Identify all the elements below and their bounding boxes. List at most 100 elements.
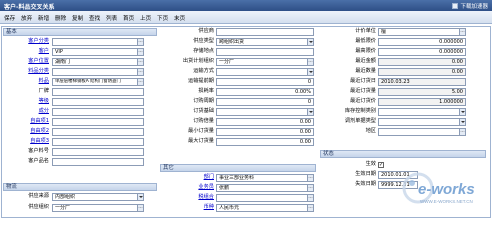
supply-source-select[interactable]: 内部组织 <box>52 193 144 201</box>
latest-order-date-field: 2010.03.23 <box>378 78 466 86</box>
customer-site-label: 客户位置 <box>28 58 49 64</box>
lookup-icon[interactable]: … <box>137 59 143 65</box>
item-label: 料品 <box>38 78 49 84</box>
latest-order-price-label: 最近订货价 <box>350 98 376 104</box>
chevron-down-icon[interactable] <box>137 194 143 200</box>
transport-select[interactable] <box>216 68 314 76</box>
first-page-button[interactable]: 首页 <box>123 14 134 22</box>
customer-item-no-field[interactable] <box>52 148 144 156</box>
lowest-price-field[interactable]: 0.000000 <box>378 38 466 46</box>
effective-checkbox[interactable]: ✓ <box>378 162 384 168</box>
delete-button[interactable]: 删除 <box>55 14 66 22</box>
chevron-down-icon[interactable] <box>459 109 465 115</box>
lookup-icon[interactable]: … <box>307 185 313 191</box>
item-category-field[interactable]: … <box>52 68 144 76</box>
tax-group-field[interactable]: … <box>216 194 314 202</box>
lookup-icon[interactable]: … <box>137 49 143 55</box>
currency-field[interactable]: 人民币元… <box>216 204 314 212</box>
order-base-select[interactable] <box>216 108 314 116</box>
currency-label[interactable]: 币种 <box>160 204 214 211</box>
salesperson-field[interactable]: 张鹏… <box>216 184 314 192</box>
discard-button[interactable]: 放弃 <box>21 14 32 22</box>
department-label[interactable]: 部门 <box>160 174 214 181</box>
supplier-label: 供应商 <box>198 28 214 34</box>
customer-category-field[interactable]: … <box>52 38 144 46</box>
pricing-unit-label: 计价单位 <box>355 28 376 34</box>
lookup-icon[interactable]: … <box>307 59 313 65</box>
list-button[interactable]: 列表 <box>106 14 117 22</box>
customer-item-name-field[interactable] <box>52 158 144 166</box>
lookup-icon[interactable]: … <box>459 129 465 135</box>
latest-amount-label: 最近金额 <box>355 58 376 64</box>
grade-field[interactable] <box>52 98 144 106</box>
new-button[interactable]: 新增 <box>38 14 49 22</box>
lookup-icon[interactable]: … <box>137 69 143 75</box>
transport-lead-label: 运输提前期 <box>188 78 214 84</box>
grade-label: 等级 <box>38 98 49 104</box>
salesperson-label[interactable]: 业务员 <box>160 184 214 191</box>
adjust-doc-type-select[interactable] <box>378 118 466 126</box>
window-titlebar: 客户-料品交叉关系 下载加速器 <box>0 0 492 11</box>
min-order-label: 最小订货量 <box>188 128 214 134</box>
svg-text:e-works: e-works <box>418 181 475 198</box>
latest-qty-field: 0.00 <box>378 68 466 76</box>
download-accelerator-link[interactable]: 下载加速器 <box>452 2 488 10</box>
lookup-icon[interactable]: … <box>459 29 465 35</box>
customer-category-label: 客户分类 <box>28 38 49 44</box>
lookup-icon[interactable]: … <box>307 195 313 201</box>
pricing-unit-field[interactable]: 檀… <box>378 28 466 36</box>
stock-control-select[interactable] <box>378 108 466 116</box>
latest-order-price-field: 1.000000 <box>378 98 466 106</box>
department-field[interactable]: 事业三部业务科… <box>216 174 314 182</box>
custom2-field[interactable] <box>52 128 144 136</box>
supply-org-field[interactable]: 一分厂… <box>52 204 144 212</box>
brand-field[interactable] <box>52 88 144 96</box>
chevron-down-icon[interactable] <box>307 39 313 45</box>
custom1-field[interactable] <box>52 118 144 126</box>
transport-lead-field[interactable]: 0 <box>216 78 314 86</box>
loss-rate-field[interactable]: 0.00% <box>216 88 314 96</box>
region-field[interactable]: … <box>378 128 466 136</box>
expiry-date-label: 失效日期 <box>355 181 376 187</box>
section-logistics: 物流 <box>3 183 157 191</box>
custom3-field[interactable] <box>52 138 144 146</box>
customer-site-field[interactable]: 湖南门… <box>52 58 144 66</box>
find-button[interactable]: 查找 <box>89 14 100 22</box>
prev-page-button[interactable]: 上页 <box>140 14 151 22</box>
supplier-field[interactable] <box>216 28 314 36</box>
copy-button[interactable]: 复制 <box>72 14 83 22</box>
effective-label: 生效 <box>365 161 376 167</box>
highest-price-field[interactable]: 0.000000 <box>378 48 466 56</box>
next-page-button[interactable]: 下页 <box>157 14 168 22</box>
min-order-field[interactable]: 0.00 <box>216 128 314 136</box>
supply-type-select[interactable]: 跨组织出货 <box>216 38 314 46</box>
lookup-icon[interactable]: … <box>307 205 313 211</box>
save-button[interactable]: 保存 <box>4 14 15 22</box>
component-field[interactable] <box>52 108 144 116</box>
item-field[interactable]: 单层层楼梯钢板A 结构门窗防盗门… <box>52 78 144 86</box>
ship-plan-org-label: 出货计划组织 <box>182 58 214 64</box>
max-order-field[interactable]: 0.00 <box>216 138 314 146</box>
customer-item-no-label: 客户料号 <box>28 148 49 154</box>
order-base-label: 订货基础 <box>193 108 214 114</box>
svg-text:WWW.E-WORKS.NET.CN: WWW.E-WORKS.NET.CN <box>420 199 473 204</box>
latest-order-qty-field: 5.00 <box>378 88 466 96</box>
customer-field[interactable]: VIP… <box>52 48 144 56</box>
chevron-down-icon[interactable] <box>459 119 465 125</box>
lookup-icon[interactable]: … <box>137 39 143 45</box>
region-label: 地区 <box>365 128 376 134</box>
last-page-button[interactable]: 末页 <box>174 14 185 22</box>
ship-plan-org-field[interactable]: 一分厂… <box>216 58 314 66</box>
lookup-icon[interactable]: … <box>137 205 143 211</box>
lookup-icon[interactable]: … <box>137 79 143 85</box>
order-multiple-field[interactable]: 0.00 <box>216 118 314 126</box>
chevron-down-icon[interactable] <box>307 109 313 115</box>
custom3-label: 自由项3 <box>30 138 49 144</box>
chevron-down-icon[interactable] <box>307 69 313 75</box>
order-cycle-field[interactable]: 0 <box>216 98 314 106</box>
lowest-price-label: 最低限价 <box>355 38 376 44</box>
section-other: 其它 <box>160 164 316 172</box>
lookup-icon[interactable]: … <box>307 175 313 181</box>
tax-group-label[interactable]: 税组合 <box>160 194 214 201</box>
stock-site-field[interactable] <box>216 48 314 56</box>
